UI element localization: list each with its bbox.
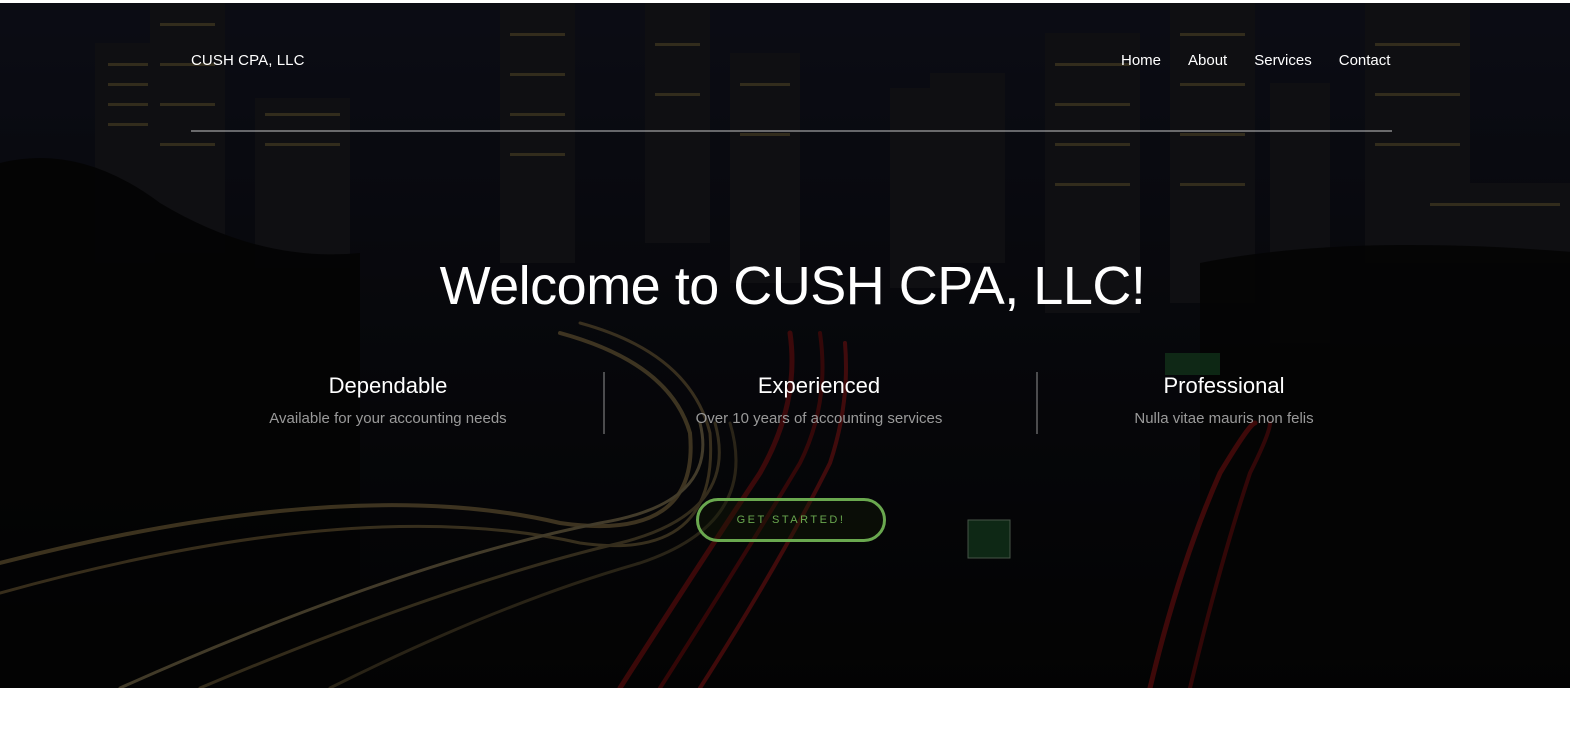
feature-title: Dependable (328, 373, 448, 398)
feature-experienced: Experienced Over 10 years of accounting … (639, 373, 999, 427)
feature-professional: Professional Nulla vitae mauris non feli… (1044, 373, 1404, 427)
feature-dependable: Dependable Available for your accounting… (208, 373, 568, 427)
feature-description: Available for your accounting needs (269, 410, 507, 427)
feature-title: Professional (1163, 373, 1285, 398)
scrollbar[interactable] (1570, 0, 1585, 729)
nav-services-link[interactable]: Services (1254, 52, 1312, 69)
hero-section: CUSH CPA, LLC Home About Services Contac… (0, 3, 1585, 688)
nav-home-link[interactable]: Home (1121, 52, 1161, 69)
feature-title: Experienced (757, 373, 881, 398)
get-started-button[interactable]: GET STARTED! (696, 498, 886, 542)
main-nav: Home About Services Contact (1121, 52, 1417, 69)
feature-divider (603, 372, 605, 434)
feature-description: Nulla vitae mauris non felis (1134, 410, 1314, 427)
hero-headline: Welcome to CUSH CPA, LLC! (439, 256, 1146, 316)
nav-contact-link[interactable]: Contact (1339, 52, 1391, 69)
hero-background-image (0, 3, 1585, 688)
feature-divider (1036, 372, 1038, 434)
feature-description: Over 10 years of accounting services (695, 410, 943, 427)
nav-about-link[interactable]: About (1188, 52, 1227, 69)
brand-logo-text[interactable]: CUSH CPA, LLC (191, 52, 305, 69)
header-divider (191, 130, 1392, 132)
